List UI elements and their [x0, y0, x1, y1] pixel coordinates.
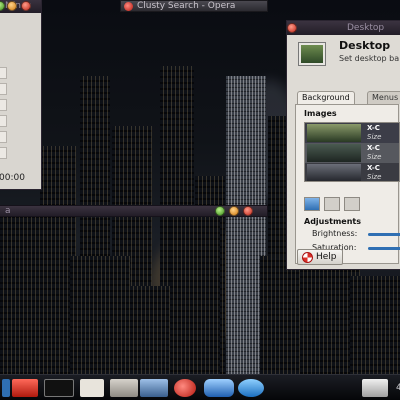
dock-clock-label: 4 — [396, 383, 400, 393]
opera-window-titlebar[interactable]: Clusty Search - Opera — [120, 0, 268, 12]
tab-background[interactable]: Background — [297, 91, 355, 104]
images-section-label: Images — [304, 109, 337, 118]
text-editor-icon[interactable] — [80, 379, 104, 397]
desktop-titlebar[interactable]: Desktop — [287, 21, 400, 35]
mine-cell[interactable] — [0, 83, 7, 95]
help-button-label: Help — [316, 252, 337, 262]
image-size: Size — [367, 133, 382, 141]
mines-window: Mines 00:00 — [0, 0, 42, 190]
mine-cell[interactable] — [0, 99, 7, 111]
image-list[interactable]: X-C Size X-C Size X-C Size — [304, 122, 400, 182]
mines-timer: 00:00 — [0, 173, 25, 183]
opera-browser-icon[interactable] — [174, 379, 196, 397]
minimize-button[interactable] — [229, 206, 239, 216]
adjustments-section-label: Adjustments — [304, 217, 361, 226]
image-size: Size — [367, 153, 382, 161]
opera-icon — [124, 2, 133, 11]
desktop-header-subtitle: Set desktop ba — [339, 54, 400, 63]
desktop-header-title: Desktop — [339, 39, 391, 52]
image-name: X-C — [367, 164, 380, 172]
desktop-window-title: Desktop — [347, 23, 385, 33]
image-thumbnail — [307, 164, 361, 181]
help-button[interactable]: Help — [297, 249, 343, 265]
remove-image-button[interactable] — [324, 197, 340, 211]
mine-cell[interactable] — [0, 147, 7, 159]
brightness-label: Brightness: — [312, 229, 358, 238]
network-icon[interactable] — [238, 379, 264, 397]
help-icon — [302, 252, 313, 263]
image-thumbnail — [307, 124, 361, 142]
maximize-button[interactable] — [215, 206, 225, 216]
opera-window-title: Clusty Search - Opera — [137, 1, 236, 11]
background-tab-panel: Images X-C Size X-C Size X-C Size Adjust… — [295, 104, 400, 264]
image-properties-button[interactable] — [344, 197, 360, 211]
system-tray-icon[interactable] — [362, 379, 388, 397]
image-list-item[interactable]: X-C Size — [305, 123, 399, 143]
image-list-item[interactable]: X-C Size — [305, 143, 399, 163]
image-name: X-C — [367, 144, 380, 152]
image-list-item[interactable]: X-C Size — [305, 163, 399, 181]
monitor-icon[interactable] — [140, 379, 168, 397]
minimize-button[interactable] — [7, 1, 17, 11]
mine-cell[interactable] — [0, 131, 7, 143]
image-name: X-C — [367, 124, 380, 132]
saturation-slider[interactable] — [368, 247, 400, 250]
brightness-slider[interactable] — [368, 233, 400, 236]
desktop-preferences-icon — [298, 42, 326, 66]
terminal-icon[interactable] — [44, 379, 74, 397]
mine-cell[interactable] — [0, 67, 7, 79]
image-thumbnail — [307, 144, 361, 162]
image-size: Size — [367, 173, 382, 181]
printer-icon[interactable] — [110, 379, 138, 397]
mine-cell[interactable] — [0, 115, 7, 127]
add-image-button[interactable] — [304, 197, 320, 211]
desktop-preferences-window: Desktop Desktop Set desktop ba Backgroun… — [286, 20, 400, 270]
app-launcher-icon[interactable] — [12, 379, 38, 397]
dark-window-titlebar[interactable]: a — [0, 205, 268, 217]
close-button[interactable] — [287, 23, 297, 33]
taskbar-dock: 4 — [0, 374, 400, 400]
dock-edge-icon[interactable] — [2, 379, 10, 397]
tab-menus[interactable]: Menus — [367, 91, 400, 104]
close-button[interactable] — [21, 1, 31, 11]
dark-window-title: a — [5, 206, 11, 216]
file-manager-icon[interactable] — [204, 379, 234, 397]
desktop-header: Desktop Set desktop ba — [293, 37, 400, 81]
close-button[interactable] — [243, 206, 253, 216]
